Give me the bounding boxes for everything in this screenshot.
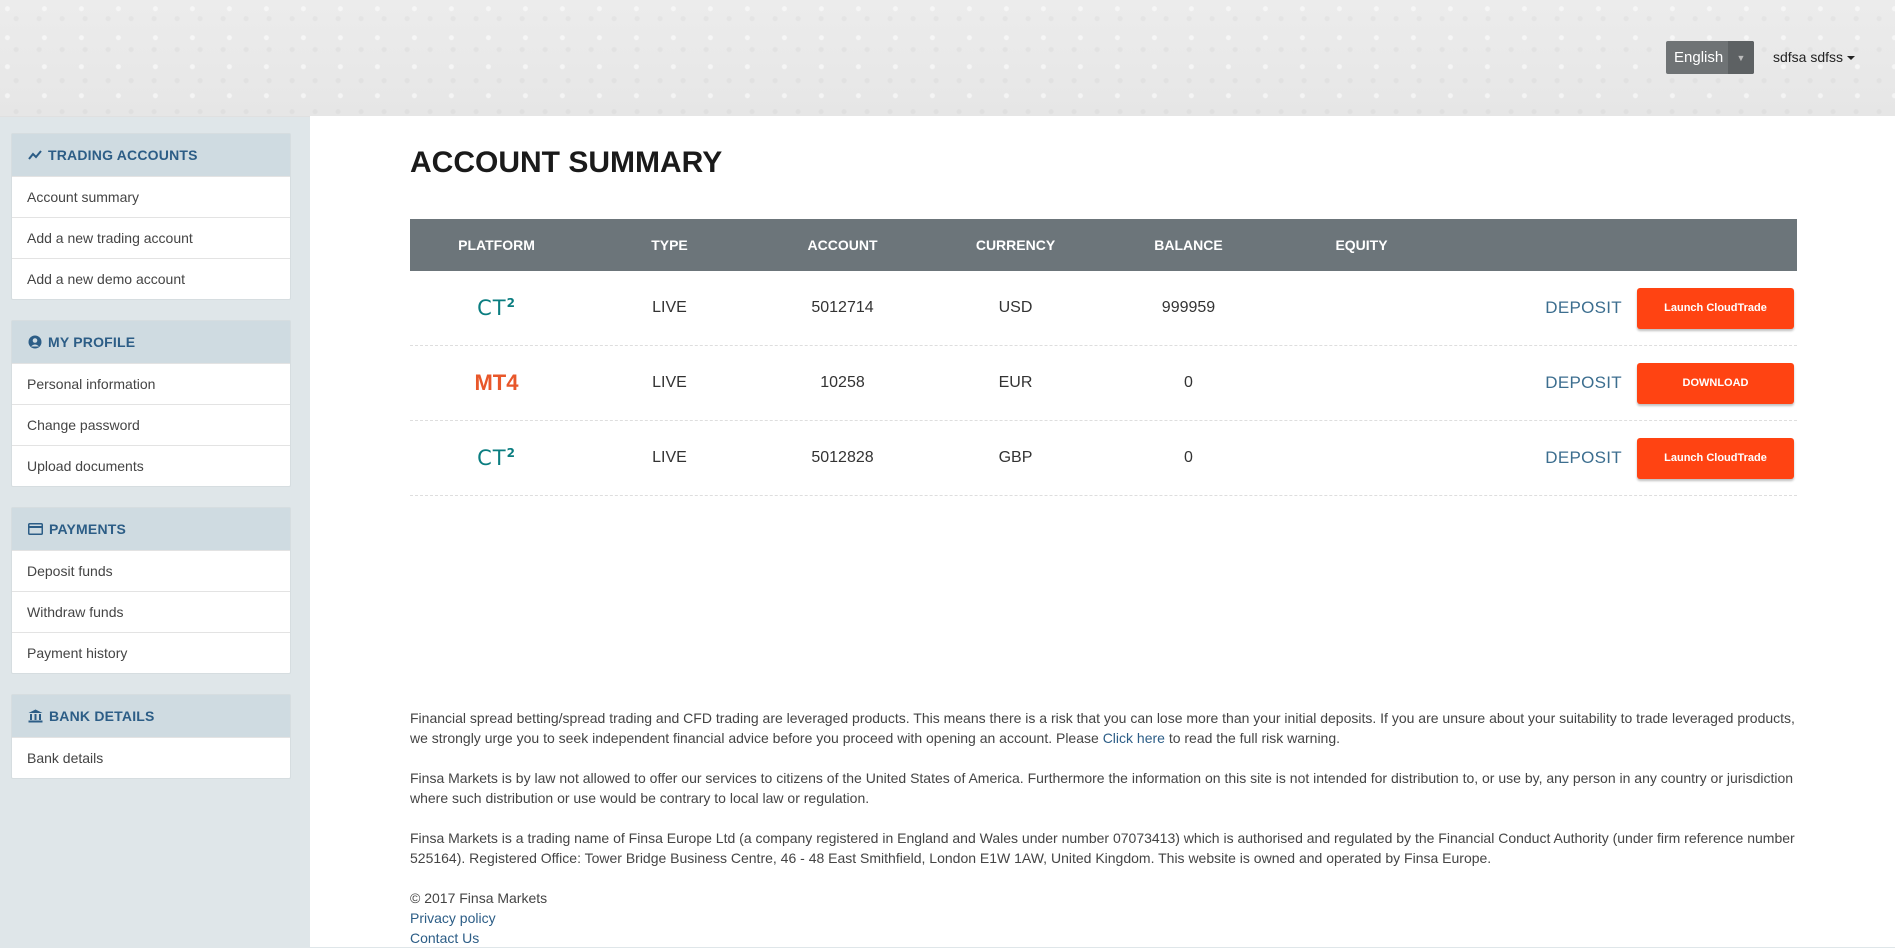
sidebar-item-account-summary[interactable]: Account summary [12,176,290,217]
deposit-link[interactable]: DEPOSIT [1545,298,1622,317]
sidebar-section-title: BANK DETAILS [49,708,155,724]
language-select[interactable]: English ▼ [1666,41,1754,74]
chevron-down-icon[interactable]: ▼ [1728,41,1754,74]
deposit-link[interactable]: DEPOSIT [1545,448,1622,467]
column-header-type: TYPE [651,237,688,253]
caret-down-icon [1847,56,1856,60]
footer: Financial spread betting/spread trading … [410,708,1800,948]
sidebar-section-title: PAYMENTS [49,521,127,537]
table-row: CT2 LIVE 5012714 USD 999959 DEPOSIT Laun… [410,271,1797,346]
sidebar-section-header: MY PROFILE [12,321,290,363]
cell-currency: GBP [998,449,1033,466]
deposit-link[interactable]: DEPOSIT [1545,373,1622,392]
us-notice: Finsa Markets is by law not allowed to o… [410,770,1794,806]
table-row: CT2 LIVE 5012828 GBP 0 DEPOSIT Launch Cl… [410,421,1797,496]
cell-account: 5012828 [811,449,874,466]
column-header-balance: BALANCE [1154,237,1223,253]
risk-warning: Financial spread betting/spread trading … [410,710,1795,746]
contact-us-link[interactable]: Contact Us [410,930,479,946]
launch-cloudtrade-button[interactable]: Launch CloudTrade [1637,287,1794,329]
column-header-equity: EQUITY [1335,237,1388,253]
cell-account: 5012714 [811,299,874,316]
risk-warning-link[interactable]: Click here [1103,730,1165,746]
table-row: MT4 LIVE 10258 EUR 0 DEPOSIT DOWNLOAD [410,346,1797,421]
sidebar-item-change-password[interactable]: Change password [12,404,290,445]
sidebar-section-title: MY PROFILE [48,334,136,350]
sidebar-item-personal-information[interactable]: Personal information [12,363,290,404]
cell-type: LIVE [652,299,687,316]
cell-account: 10258 [820,374,865,391]
sidebar-item-upload-documents[interactable]: Upload documents [12,445,290,486]
platform-logo-ct: CT2 [477,296,516,320]
sidebar-item-withdraw-funds[interactable]: Withdraw funds [12,591,290,632]
column-header-account: ACCOUNT [807,237,878,253]
top-bar: English ▼ sdfsa sdfss [0,0,1895,117]
credit-card-icon [28,523,43,535]
column-header-platform: PLATFORM [458,237,535,253]
cell-type: LIVE [652,449,687,466]
cell-balance: 999959 [1161,299,1216,316]
column-header-currency: CURRENCY [975,237,1056,253]
sidebar-section-bank-details: BANK DETAILS Bank details [11,694,291,779]
platform-logo-ct: CT2 [477,446,516,470]
platform-logo-mt: MT4 [474,370,519,395]
sidebar-section-payments: PAYMENTS Deposit funds Withdraw funds Pa… [11,507,291,674]
chart-line-icon [28,150,42,160]
sidebar: TRADING ACCOUNTS Account summary Add a n… [11,133,291,799]
page-title: ACCOUNT SUMMARY [410,146,723,179]
user-name: sdfsa sdfss [1773,49,1844,65]
privacy-policy-link[interactable]: Privacy policy [410,910,496,926]
sidebar-item-add-demo-account[interactable]: Add a new demo account [12,258,290,299]
sidebar-section-title: TRADING ACCOUNTS [48,147,198,163]
language-select-value: English [1674,49,1724,66]
legal-notice: Finsa Markets is a trading name of Finsa… [410,830,1795,866]
cell-currency: USD [998,299,1033,316]
accounts-table: PLATFORM TYPE ACCOUNT CURRENCY BALANCE E… [410,219,1797,496]
sidebar-section-header: PAYMENTS [12,508,290,550]
sidebar-item-add-trading-account[interactable]: Add a new trading account [12,217,290,258]
sidebar-section-my-profile: MY PROFILE Personal information Change p… [11,320,291,487]
main-content: ACCOUNT SUMMARY PLATFORM TYPE ACCOUNT CU… [310,116,1895,947]
user-menu[interactable]: sdfsa sdfss [1773,49,1856,65]
cell-currency: EUR [998,374,1033,391]
user-circle-icon [28,335,42,349]
sidebar-section-trading-accounts: TRADING ACCOUNTS Account summary Add a n… [11,133,291,300]
sidebar-item-deposit-funds[interactable]: Deposit funds [12,550,290,591]
bank-icon [28,709,43,723]
sidebar-section-header: BANK DETAILS [12,695,290,737]
sidebar-item-payment-history[interactable]: Payment history [12,632,290,673]
cell-balance: 0 [1184,374,1193,391]
download-button[interactable]: DOWNLOAD [1637,362,1794,404]
launch-cloudtrade-button[interactable]: Launch CloudTrade [1637,437,1794,479]
cell-type: LIVE [652,374,687,391]
sidebar-item-bank-details[interactable]: Bank details [12,737,290,778]
cell-balance: 0 [1184,449,1193,466]
sidebar-section-header: TRADING ACCOUNTS [12,134,290,176]
copyright: © 2017 Finsa Markets [410,890,548,906]
table-header: PLATFORM TYPE ACCOUNT CURRENCY BALANCE E… [410,219,1797,271]
